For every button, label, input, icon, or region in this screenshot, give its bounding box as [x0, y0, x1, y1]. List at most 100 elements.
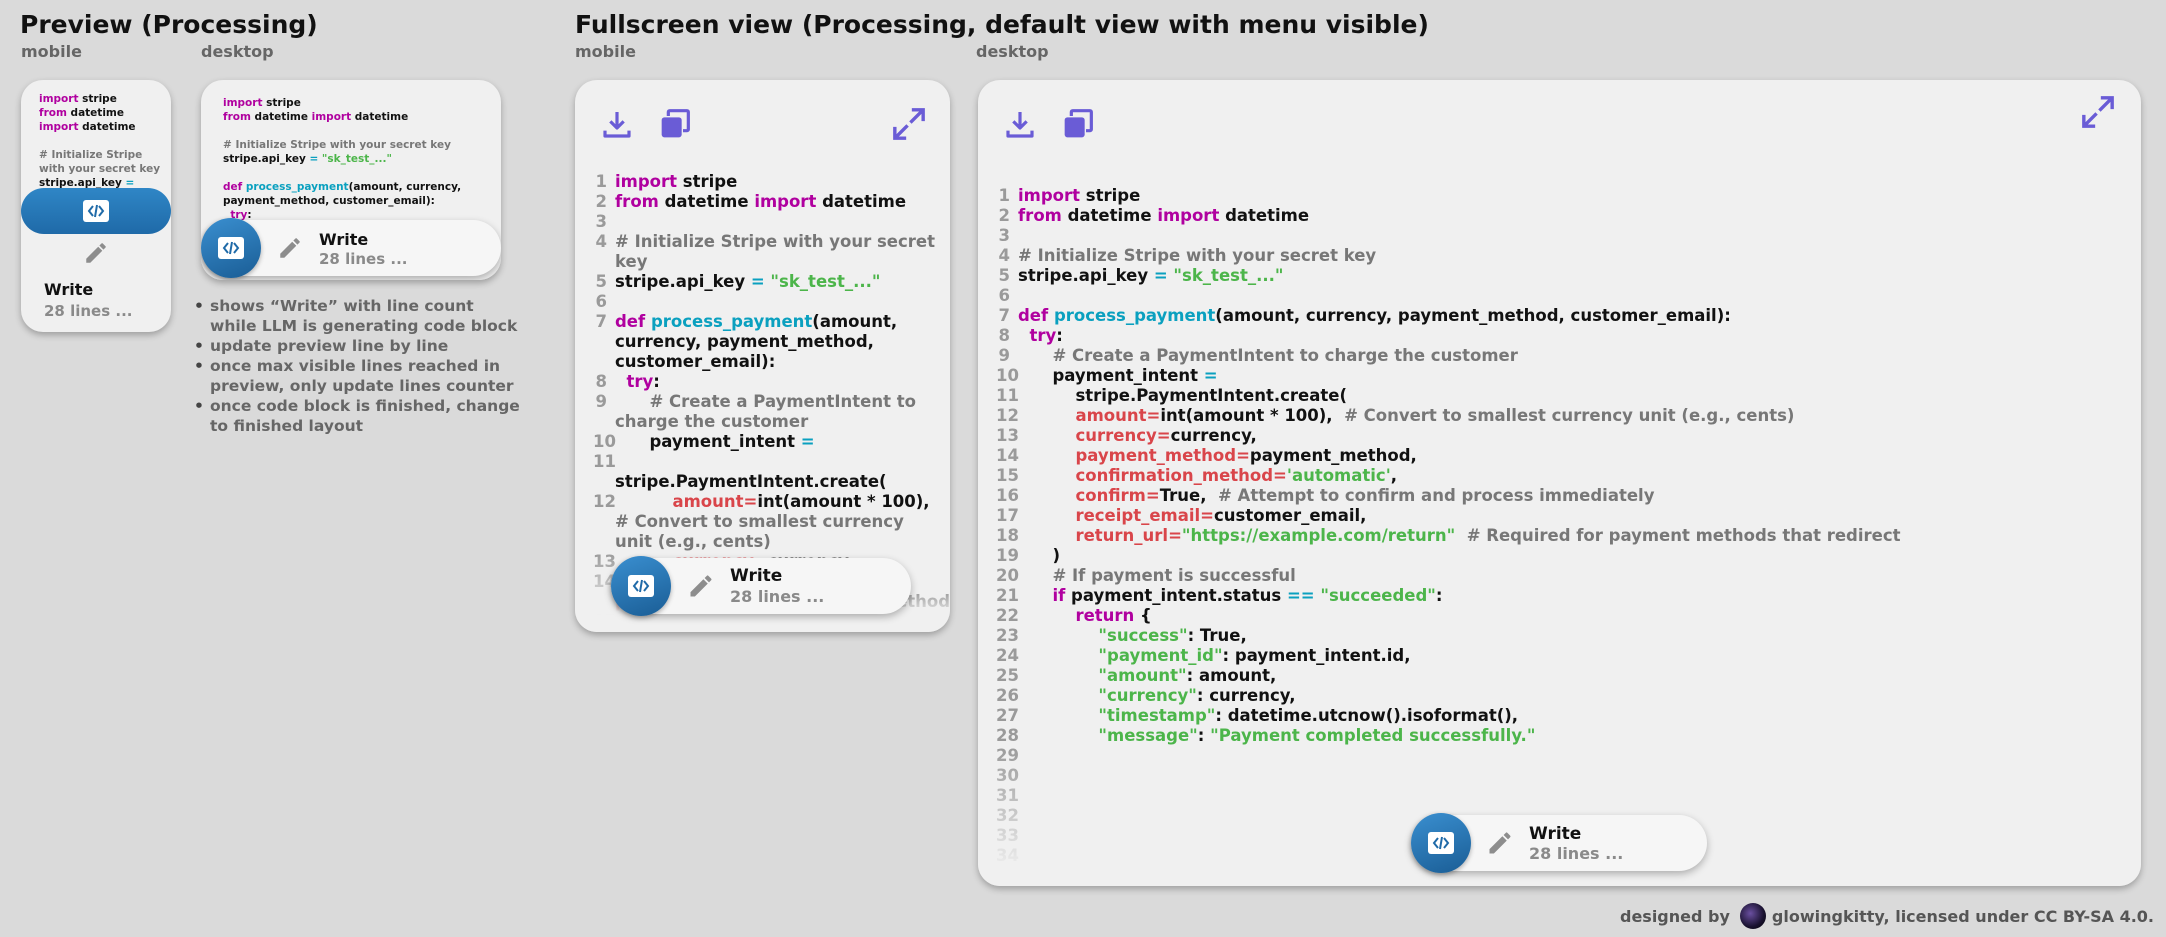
line-number: 3: [998, 226, 1010, 245]
download-icon: [1006, 112, 1034, 138]
line-number: 2: [998, 206, 1010, 225]
preview-heading: Preview (Processing): [20, 10, 318, 39]
line-text: receipt_email=customer_email,: [1075, 506, 1367, 525]
download-button[interactable]: [597, 104, 637, 144]
code-line: 19 ): [996, 546, 2116, 566]
author-label: glowingkitty, licensed under CC BY-SA 4.…: [1771, 906, 2154, 926]
code-icon: [628, 575, 654, 597]
code-line: 12 amount=int(amount * 100), # Convert t…: [593, 492, 935, 552]
fullscreen-button[interactable]: [889, 104, 929, 144]
code-line: 7 def process_payment(amount, currency, p…: [996, 306, 2116, 326]
line-text: [615, 292, 935, 312]
line-text: # Initialize Stripe with your secret key: [223, 139, 451, 151]
line-text: [223, 124, 493, 138]
pencil-icon: [690, 575, 712, 597]
code-line: # Initialize Stripe with your secret key: [39, 148, 161, 176]
fullscreen-heading: Fullscreen view (Processing, default vie…: [575, 10, 1429, 39]
line-number: 1: [998, 186, 1010, 205]
pencil-icon: [280, 238, 300, 258]
code-line: import stripe: [39, 92, 161, 106]
write-title: Write: [319, 230, 369, 249]
code-line: 21 if payment_intent.status == "succeede…: [996, 586, 2116, 606]
line-text: def process_payment(amount, currency, pa…: [615, 312, 903, 371]
code-line: from datetime import datetime: [39, 106, 161, 134]
line-text: import stripe: [223, 97, 301, 109]
line-text: return {: [1075, 606, 1152, 625]
fullscreen-mobile-label: mobile: [575, 42, 636, 61]
notes-list: shows “Write” with line count while LLM …: [194, 296, 524, 436]
copy-button[interactable]: [655, 104, 695, 144]
code-line: import stripe: [223, 96, 493, 110]
fullscreen-button[interactable]: [2078, 92, 2118, 132]
line-text: "message": "Payment completed successful…: [1098, 726, 1536, 745]
line-text: def process_payment(amount, currency, pa…: [1018, 306, 1731, 325]
fullscreen-desktop-label: desktop: [976, 42, 1049, 61]
line-number: 21: [996, 586, 1019, 605]
line-text: [223, 166, 493, 180]
line-text: from datetime import datetime: [39, 107, 136, 133]
code-line: 5 stripe.api_key = "sk_test_...": [996, 266, 2116, 286]
line-text: confirmation_method='automatic',: [1075, 466, 1398, 485]
fullscreen-desktop-card[interactable]: 1 import stripe 2 from datetime import date…: [978, 80, 2141, 886]
line-number: 1: [595, 172, 607, 191]
preview-desktop-code: import stripe from datetime import dateti…: [223, 96, 493, 222]
note-item: shows “Write” with line count while LLM …: [194, 296, 524, 336]
code-icon: [83, 200, 109, 222]
copy-button[interactable]: [1058, 104, 1098, 144]
line-number: 10: [996, 366, 1019, 385]
line-text: stripe.api_key = "sk_test_...": [615, 272, 881, 291]
line-text: payment_method=payment_method,: [1075, 446, 1417, 465]
code-line: [223, 166, 493, 180]
line-text: amount=int(amount * 100), # Convert to s…: [1075, 406, 1795, 425]
code-line: 1 import stripe: [593, 172, 935, 192]
code-line: 24 "payment_id": payment_intent.id,: [996, 646, 2116, 666]
code-line: stripe.api_key = "sk_test_...": [223, 152, 493, 166]
code-block-button[interactable]: [611, 556, 671, 616]
line-text: from datetime import datetime: [1018, 206, 1310, 225]
code-line: 23 "success": True,: [996, 626, 2116, 646]
code-line: 2 from datetime import datetime: [996, 206, 2116, 226]
line-text: [615, 212, 935, 232]
line-number: 6: [998, 286, 1010, 305]
note-item: once code block is finished, change to f…: [194, 396, 524, 436]
write-title: Write: [1529, 824, 1582, 844]
code-line: 4 # Initialize Stripe with your secret ke…: [593, 232, 935, 272]
code-line: 13 currency=currency,: [996, 426, 2116, 446]
code-line: 4 # Initialize Stripe with your secret ke…: [996, 246, 2116, 266]
download-icon: [603, 112, 631, 138]
code-line: 8 try:: [996, 326, 2116, 346]
preview-mobile-card[interactable]: import stripe from datetime import dateti…: [21, 80, 171, 332]
code-block-button[interactable]: [201, 218, 261, 278]
code-line: 14 payment_method=payment_method,: [996, 446, 2116, 466]
line-number: 9: [998, 346, 1010, 365]
line-number: 28: [996, 726, 1019, 745]
line-number: 10: [593, 432, 616, 451]
line-text: "amount": amount,: [1098, 666, 1277, 685]
line-number: 4: [998, 246, 1010, 265]
line-number: 2: [595, 192, 607, 211]
line-text: confirm=True, # Attempt to confirm and p…: [1075, 486, 1655, 505]
line-text: payment_intent =: [615, 432, 815, 451]
line-number: 24: [996, 646, 1019, 665]
code-block-banner[interactable]: [21, 188, 171, 234]
code-line: 26 "currency": currency,: [996, 686, 2116, 706]
line-number: 11: [996, 386, 1019, 405]
code-line: # Initialize Stripe with your secret key: [223, 138, 493, 152]
line-text: payment_intent =: [1018, 366, 1218, 385]
copy-icon: [661, 109, 690, 138]
pencil-icon: [86, 243, 106, 263]
line-number: 16: [996, 486, 1019, 505]
line-text: if payment_intent.status == "succeeded":: [1052, 586, 1443, 605]
line-number: 7: [998, 306, 1010, 325]
download-button[interactable]: [1000, 104, 1040, 144]
preview-desktop-card[interactable]: import stripe from datetime import dateti…: [201, 80, 501, 280]
code-block-button[interactable]: [1411, 813, 1471, 873]
code-line: 9 # Create a PaymentIntent to charge the…: [593, 392, 935, 432]
line-count: 28 lines ...: [319, 250, 408, 268]
fullscreen-mobile-card[interactable]: 1 import stripe 2 from datetime import date…: [575, 80, 950, 632]
line-number: 19: [996, 546, 1019, 565]
line-text: "timestamp": datetime.utcnow().isoformat…: [1098, 706, 1519, 725]
code-line: 15 confirmation_method='automatic',: [996, 466, 2116, 486]
line-number: 17: [996, 506, 1019, 525]
code-line: 2 from datetime import datetime: [593, 192, 935, 212]
